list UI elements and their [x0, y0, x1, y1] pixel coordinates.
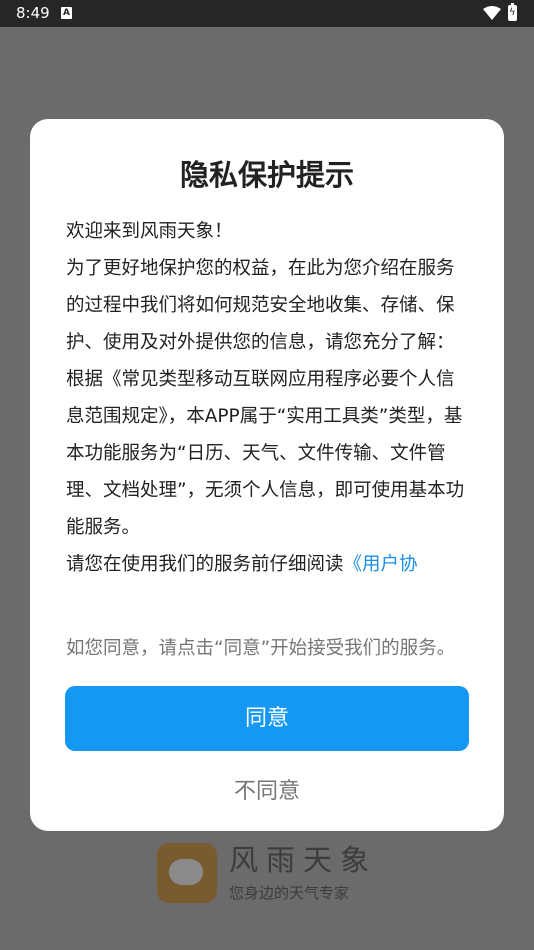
brand-slogan: 您身边的天气专家 — [229, 884, 350, 902]
notification-icon: A — [61, 7, 72, 19]
privacy-dialog: 隐私保护提示 欢迎来到风雨天象！ 为了更好地保护您的权益，在此为您介绍在服务的过… — [30, 119, 504, 831]
wifi-icon — [483, 6, 501, 20]
consent-hint: 如您同意，请点击“同意”开始接受我们的服务。 — [66, 638, 456, 659]
weather-app-logo-icon — [157, 843, 217, 903]
read-agreement-paragraph: 请您在使用我们的服务前仔细阅读《用户协 — [66, 546, 466, 583]
status-time: 8:49 — [16, 4, 50, 22]
agree-button[interactable]: 同意 — [65, 686, 469, 751]
dialog-title: 隐私保护提示 — [179, 158, 354, 192]
disagree-button[interactable]: 不同意 — [65, 773, 469, 811]
read-prompt-text: 请您在使用我们的服务前仔细阅读 — [66, 554, 344, 575]
intro-paragraph: 为了更好地保护您的权益，在此为您介绍在服务的过程中我们将如何规范安全地收集、存储… — [66, 258, 455, 353]
privacy-text-scroll-area[interactable]: 欢迎来到风雨天象！ 为了更好地保护您的权益，在此为您介绍在服务的过程中我们将如何… — [66, 213, 466, 619]
user-agreement-link[interactable]: 《用户协 — [344, 554, 418, 575]
status-bar: 8:49 A — [0, 0, 534, 27]
brand-name: 风雨天象 — [229, 843, 378, 877]
regulation-paragraph: 根据《常见类型移动互联网应用程序必要个人信息范围规定》，本APP属于“实用工具类… — [66, 369, 465, 538]
welcome-paragraph: 欢迎来到风雨天象！ — [66, 221, 233, 242]
background-brand: 风雨天象 您身边的天气专家 — [157, 843, 387, 905]
battery-icon — [508, 3, 517, 21]
